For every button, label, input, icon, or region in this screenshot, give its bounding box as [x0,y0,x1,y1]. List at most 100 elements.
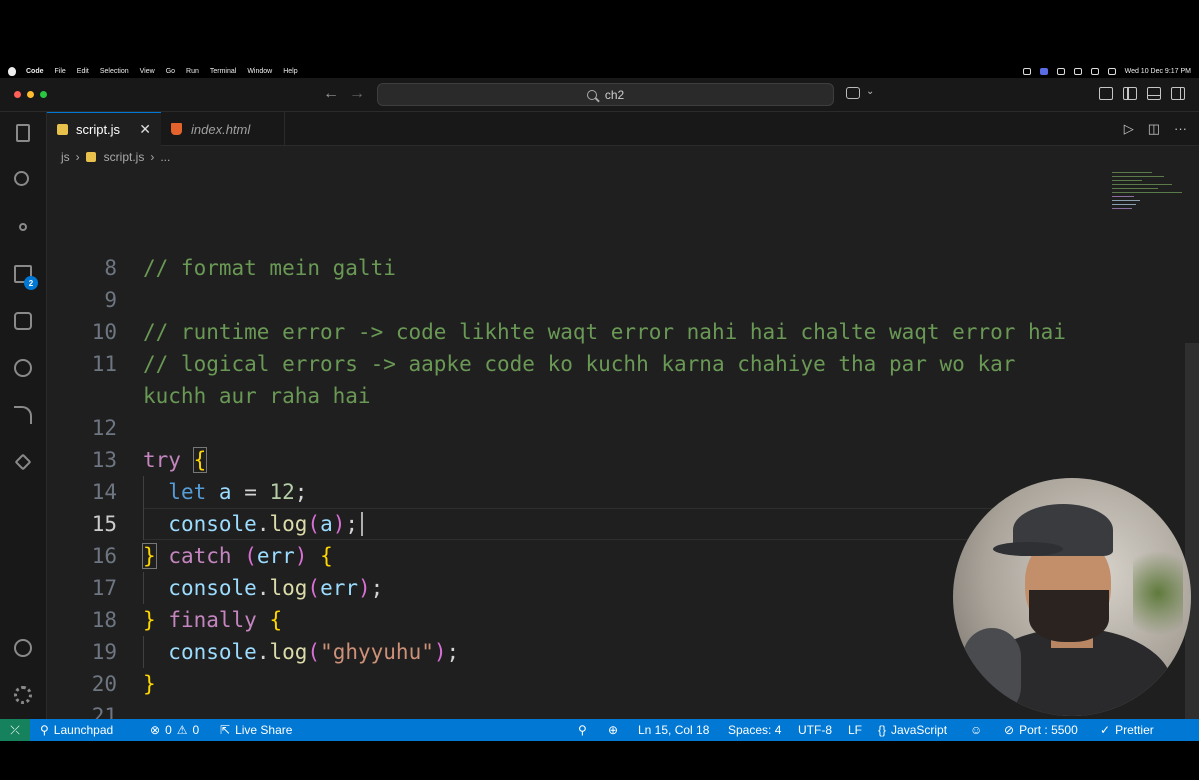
code-line[interactable]: 14 let a = 12; [47,476,1147,508]
copilot-icon[interactable] [846,87,860,99]
chevron-down-icon[interactable]: ⌄ [866,86,874,97]
status-icon[interactable] [1022,67,1031,75]
toggle-secondary-sidebar-icon[interactable] [1171,87,1185,100]
line-number: 15 [91,512,117,536]
live-share-item[interactable]: ⇱ Live Share [220,719,292,741]
launchpad-item[interactable]: ⚲ Launchpad [40,719,113,741]
menu-help[interactable]: Help [283,68,297,75]
breadcrumb-file[interactable]: script.js [104,150,145,164]
status-icon[interactable] [1073,67,1082,75]
menu-file[interactable]: File [55,68,66,75]
minimap[interactable] [1108,168,1188,228]
search-icon[interactable] [1107,67,1116,75]
encoding-item[interactable]: UTF-8 [798,719,832,741]
eol-item[interactable]: LF [848,719,862,741]
code-text: try { [143,447,208,473]
remote-indicator-icon[interactable]: ⤫ [0,719,30,741]
menu-window[interactable]: Window [247,68,272,75]
code-line[interactable]: 13 try { [47,444,1147,476]
line-number: 17 [91,576,117,600]
line-number: 14 [91,480,117,504]
toggle-primary-sidebar-icon[interactable] [1123,87,1137,100]
launchpad-label: Launchpad [53,723,114,737]
code-line[interactable]: kuchh aur raha hai [47,380,1147,412]
account-icon[interactable] [12,637,34,659]
explorer-files-icon[interactable] [12,122,34,144]
line-number: 16 [91,544,117,568]
zoom-icon[interactable]: ⊕ [608,719,618,741]
code-line[interactable]: 10 // runtime error -> code likhte waqt … [47,316,1147,348]
menu-terminal[interactable]: Terminal [210,68,236,75]
microphone [963,628,1021,716]
line-number: 20 [91,672,117,696]
git-graph-icon[interactable] [12,357,34,379]
code-text: } finally { [143,608,283,632]
webcam-overlay [953,478,1191,716]
menu-app[interactable]: Code [26,68,44,75]
customize-layout-icon[interactable] [1099,87,1113,100]
code-line[interactable]: 8 // format mein galti [47,252,1147,284]
vertical-scrollbar[interactable] [1185,343,1199,719]
line-number: 19 [91,640,117,664]
live-share-icon[interactable] [12,404,34,426]
tab-index-html[interactable]: index.html [161,112,285,146]
warning-icon: ⚠ [176,723,188,737]
prettier-item[interactable]: ✓ Prettier [1100,719,1154,741]
run-debug-icon[interactable] [12,451,34,473]
zoom-window-button[interactable] [40,91,47,98]
live-share-label: Live Share [235,723,293,737]
code-text: } [143,672,156,696]
breadcrumb-folder[interactable]: js [61,150,70,164]
live-server-item[interactable]: ⊘ Port : 5500 [1004,719,1078,741]
menu-view[interactable]: View [140,68,155,75]
error-count: 0 [165,723,172,737]
run-play-icon[interactable]: ▷ [1124,121,1134,137]
close-icon[interactable]: ✕ [139,121,151,138]
line-number: 8 [104,256,117,280]
code-line[interactable]: 9 [47,284,1147,316]
line-number: 10 [91,320,117,344]
breadcrumb-more[interactable]: ... [160,150,170,164]
apple-icon[interactable] [8,66,16,76]
menubar-clock[interactable]: Wed 10 Dec 9:17 PM [1125,68,1191,75]
menu-selection[interactable]: Selection [100,68,129,75]
gear-icon[interactable] [12,684,34,706]
toggle-panel-icon[interactable] [1147,87,1161,100]
code-line[interactable]: 12 [47,412,1147,444]
remote-explorer-icon[interactable] [12,310,34,332]
copilot-status-icon[interactable]: ☺ [970,719,982,741]
command-center-search[interactable]: ch2 [377,83,834,106]
window-controls [14,91,47,98]
forward-arrow-icon[interactable]: → [349,85,365,103]
back-arrow-icon[interactable]: ← [323,85,339,103]
status-icon[interactable] [1056,67,1065,75]
more-actions-icon[interactable]: ··· [1174,121,1187,137]
breadcrumb: js › script.js › ... [47,146,1199,168]
cursor-position-item[interactable]: Ln 15, Col 18 [638,719,709,741]
problems-item[interactable]: ⊗ 0 ⚠ 0 [150,719,199,741]
chevron-right-icon: › [75,150,80,164]
presenter-beard [1029,590,1109,642]
language-mode-item[interactable]: {} JavaScript [878,719,947,741]
line-number: 9 [104,288,117,312]
tab-label: script.js [76,122,121,137]
code-line[interactable]: 11 // logical errors -> aapke code ko ku… [47,348,1147,380]
menu-go[interactable]: Go [166,68,175,75]
tab-script-js[interactable]: script.js ✕ [47,112,161,146]
split-editor-icon[interactable]: ◫ [1148,121,1160,137]
menu-run[interactable]: Run [186,68,199,75]
menu-edit[interactable]: Edit [77,68,89,75]
screen-record-icon[interactable] [1039,67,1048,75]
minimize-window-button[interactable] [27,91,34,98]
warning-count: 0 [192,723,200,737]
close-window-button[interactable] [14,91,21,98]
source-control-icon[interactable] [12,216,34,238]
sync-icon[interactable]: ⚲ [578,719,587,741]
plant-illustration [1133,538,1183,648]
code-text: // format mein galti [143,256,396,280]
line-number: 21 [91,704,117,719]
tab-label: index.html [191,121,251,137]
indentation-item[interactable]: Spaces: 4 [728,719,781,741]
wifi-icon[interactable] [1090,67,1099,75]
search-icon[interactable] [12,169,34,191]
